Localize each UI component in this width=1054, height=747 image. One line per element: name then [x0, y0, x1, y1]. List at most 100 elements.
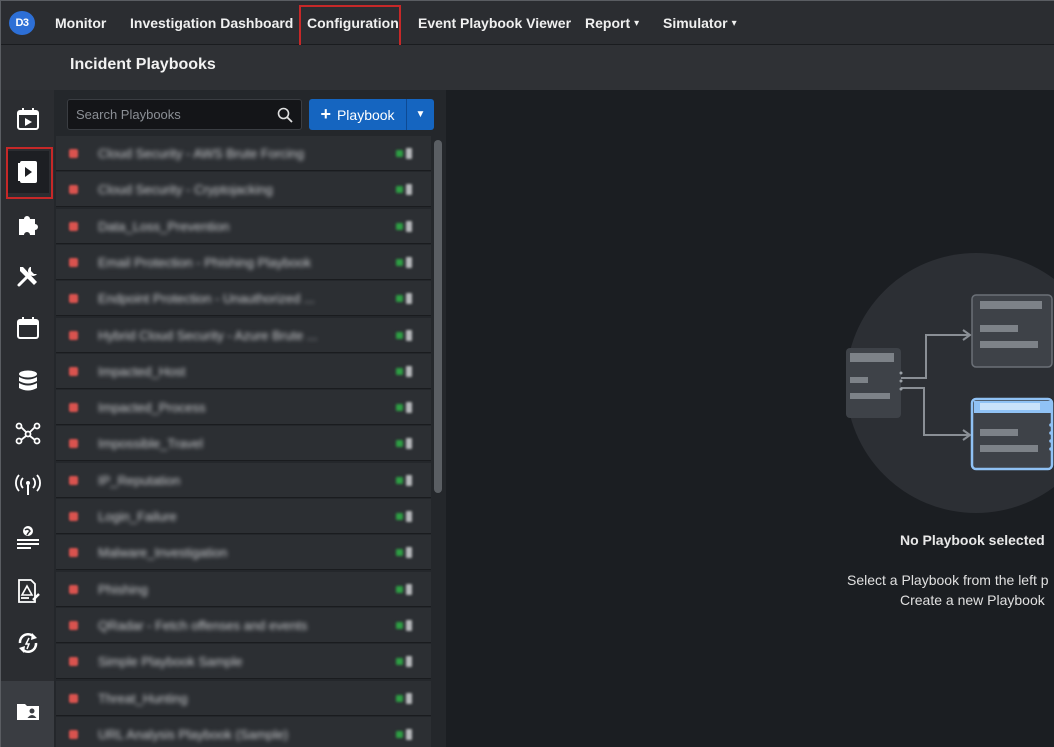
sidebar-item-calendar[interactable]: [7, 307, 49, 349]
nav-configuration[interactable]: Configuration: [307, 1, 399, 45]
sidebar-item-user-folder[interactable]: [7, 690, 49, 732]
calendar-play-icon: [17, 108, 39, 130]
document-indicator-icon: [406, 583, 412, 595]
document-indicator-icon: [406, 438, 412, 450]
playbook-status-icon: [69, 221, 78, 231]
nav-report[interactable]: Report ▾: [585, 1, 639, 45]
playbook-version-badge: [396, 655, 422, 668]
document-indicator-icon: [406, 148, 412, 159]
published-indicator-icon: [396, 331, 403, 339]
playbook-list-item[interactable]: Cloud Security - AWS Brute Forcing: [56, 136, 431, 171]
sidebar-item-global-settings[interactable]: [7, 516, 49, 558]
playbook-list-item[interactable]: Login_Failure: [56, 499, 431, 534]
nav-monitor[interactable]: Monitor: [55, 1, 106, 45]
search-playbooks-box[interactable]: [67, 99, 302, 130]
sidebar-item-event-sources[interactable]: [7, 464, 49, 506]
published-indicator-icon: [396, 549, 403, 557]
playbook-list-item[interactable]: URL Analysis Playbook (Sample): [56, 716, 431, 747]
playbook-version-badge: [396, 329, 422, 342]
sidebar-item-integrations[interactable]: [7, 203, 49, 245]
add-playbook-label: Playbook: [336, 106, 395, 123]
playbook-list-item[interactable]: Cloud Security - Cryptojacking: [56, 172, 431, 208]
playbook-status-icon: [69, 548, 78, 558]
playbook-version-badge: [396, 147, 422, 160]
sidebar-item-data-sources[interactable]: [7, 360, 49, 402]
playbook-list-item[interactable]: Phishing: [56, 571, 431, 607]
nav-investigation-dashboard[interactable]: Investigation Dashboard: [130, 1, 293, 45]
playbook-list-item[interactable]: Email Protection - Phishing Playbook: [56, 244, 431, 280]
tools-icon: [17, 267, 37, 287]
playbook-list-item[interactable]: IP_Reputation: [56, 462, 431, 498]
playbook-list-item[interactable]: Threat_Hunting: [56, 680, 431, 716]
playbook-list-item[interactable]: Endpoint Protection - Unauthorized ...: [56, 281, 431, 317]
playbook-name: URL Analysis Playbook (Sample): [98, 726, 289, 742]
add-playbook-button[interactable]: + Playbook: [309, 99, 406, 130]
playbook-list-item[interactable]: Hybrid Cloud Security - Azure Brute ...: [56, 317, 431, 353]
sidebar-item-reports[interactable]: [7, 570, 49, 612]
playbook-version-badge: [396, 474, 422, 487]
nav-simulator[interactable]: Simulator ▾: [663, 1, 737, 45]
search-icon[interactable]: [277, 107, 293, 123]
playbook-status-icon: [69, 512, 78, 521]
playbook-version-badge: [396, 619, 422, 632]
add-playbook-dropdown-button[interactable]: ▼: [406, 99, 434, 130]
sidebar-item-playbooks[interactable]: [7, 151, 49, 193]
document-indicator-icon: [406, 547, 412, 559]
playbook-list-item[interactable]: Simple Playbook Sample: [56, 644, 431, 680]
antenna-icon: [15, 474, 41, 495]
d3-logo[interactable]: D3: [9, 11, 35, 35]
sidebar-item-scheduled-playbooks[interactable]: [7, 98, 49, 140]
playbook-status-icon: [69, 693, 78, 703]
published-indicator-icon: [396, 367, 403, 375]
report-edit-icon: [18, 579, 40, 603]
playbook-version-badge: [396, 365, 422, 378]
document-indicator-icon: [406, 728, 412, 740]
database-icon: [19, 370, 37, 391]
playbook-version-badge: [396, 220, 422, 233]
sync-icon: [18, 633, 38, 653]
playbook-status-icon: [69, 403, 78, 413]
document-indicator-icon: [406, 365, 412, 377]
playbook-list: Cloud Security - AWS Brute Forcing Cloud …: [56, 136, 431, 747]
published-indicator-icon: [396, 658, 403, 666]
playbook-status-icon: [69, 149, 78, 158]
document-indicator-icon: [406, 220, 412, 232]
published-indicator-icon: [396, 222, 403, 230]
nav-label: Simulator: [663, 15, 728, 31]
playbook-name: Impacted_Host: [98, 363, 186, 379]
playbook-version-badge: [396, 256, 422, 269]
playbook-status-icon: [69, 294, 78, 304]
playbook-list-item[interactable]: QRadar - Fetch offenses and events: [56, 607, 431, 643]
main-content: [446, 90, 1054, 747]
sidebar-item-utility-commands[interactable]: [7, 255, 49, 297]
top-navigation: D3 Monitor Investigation Dashboard Confi…: [1, 1, 1054, 45]
page-title: Incident Playbooks: [70, 56, 216, 73]
published-indicator-icon: [396, 476, 403, 484]
playbook-version-badge: [396, 583, 422, 596]
playbook-list-item[interactable]: Data_Loss_Prevention: [56, 208, 431, 244]
playbook-list-item[interactable]: Impacted_Host: [56, 353, 431, 389]
published-indicator-icon: [396, 585, 403, 593]
document-indicator-icon: [406, 329, 412, 341]
search-input[interactable]: [68, 107, 268, 122]
playbook-status-icon: [69, 257, 78, 267]
playbook-status-icon: [69, 729, 78, 739]
playbook-status-icon: [69, 657, 78, 667]
playbook-name: Email Protection - Phishing Playbook: [98, 254, 312, 270]
playbook-list-item[interactable]: Malware_Investigation: [56, 535, 431, 571]
published-indicator-icon: [396, 186, 403, 194]
playbook-version-badge: [396, 510, 422, 523]
playbook-list-scrollbar[interactable]: [434, 140, 442, 493]
playbook-icon: [18, 161, 37, 183]
playbook-name: Hybrid Cloud Security - Azure Brute ...: [98, 327, 318, 343]
sidebar-item-sync[interactable]: [7, 622, 49, 664]
playbook-name: Phishing: [98, 581, 148, 597]
nav-event-playbook-viewer[interactable]: Event Playbook Viewer: [418, 1, 571, 45]
published-indicator-icon: [396, 621, 403, 629]
playbook-name: IP_Reputation: [98, 472, 181, 488]
nav-label: Monitor: [55, 15, 107, 31]
published-indicator-icon: [396, 694, 403, 702]
playbook-list-item[interactable]: Impossible_Travel: [56, 426, 431, 462]
playbook-list-item[interactable]: Impacted_Process: [56, 390, 431, 426]
sidebar-item-link-analysis[interactable]: [7, 412, 49, 454]
